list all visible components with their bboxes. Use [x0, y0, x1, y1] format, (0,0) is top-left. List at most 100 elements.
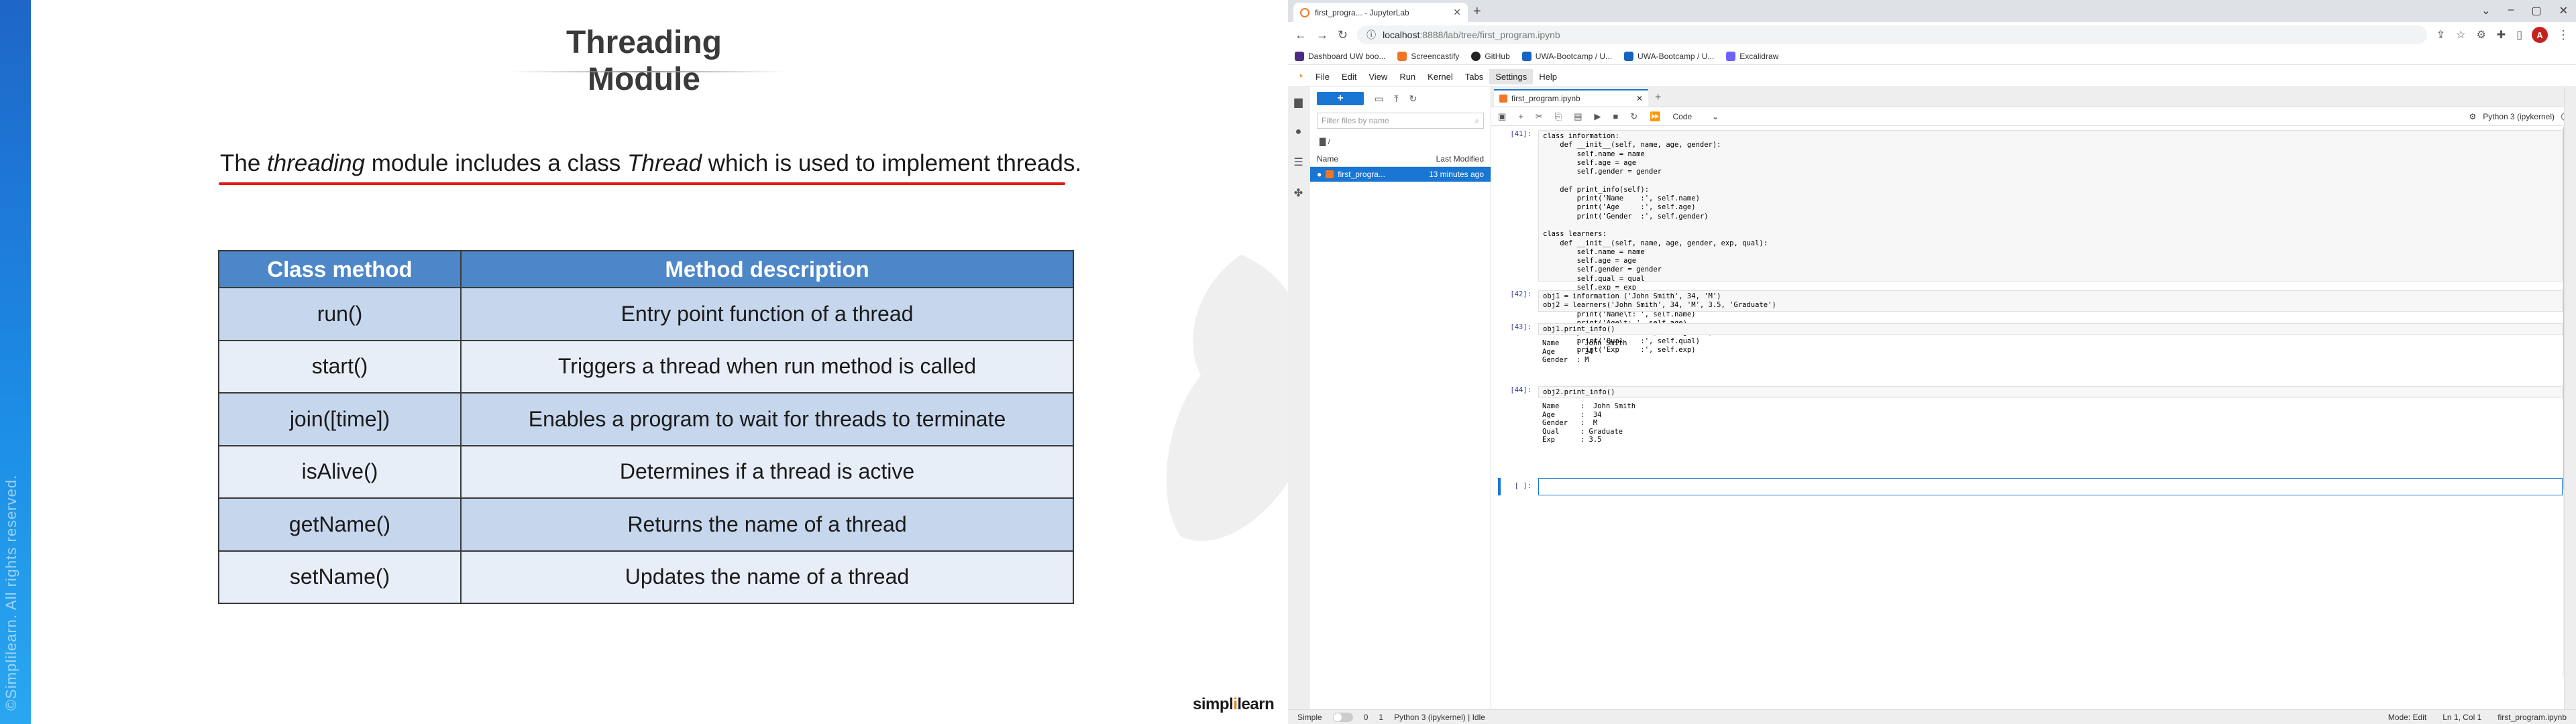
save-icon[interactable]: ▣ — [1498, 111, 1506, 122]
browser-tab-jupyter[interactable]: first_progra... - JupyterLab ✕ — [1293, 3, 1468, 22]
new-launcher-button[interactable]: + — [1317, 92, 1364, 105]
method-description-cell: Returns the name of a thread — [460, 497, 1074, 552]
menu-tabs[interactable]: Tabs — [1459, 69, 1489, 84]
fast-forward-icon[interactable]: ⏩ — [1650, 111, 1660, 122]
cut-icon[interactable]: ✂ — [1536, 111, 1543, 122]
status-right-group: Mode: Edit Ln 1, Col 1 first_program.ipy… — [2388, 713, 2567, 722]
file-list-item[interactable]: ● first_progra... 13 minutes ago — [1310, 167, 1491, 182]
paste-icon[interactable]: ▤ — [1574, 111, 1582, 122]
jupyter-right-sidebar — [2564, 87, 2576, 711]
bookmark-star-icon[interactable]: ☆ — [2456, 28, 2465, 42]
close-window-icon[interactable]: ✕ — [2559, 4, 2568, 17]
close-tab-icon[interactable]: ✕ — [1453, 7, 1461, 18]
column-name[interactable]: Name — [1317, 154, 1338, 164]
chevron-down-icon: ⌄ — [1712, 111, 1719, 121]
jupyter-favicon-icon — [1300, 7, 1309, 17]
cell-prompt: [43]: — [1510, 323, 1532, 331]
minimize-icon[interactable]: – — [2508, 4, 2514, 17]
bookmark-gitlab-icon — [1624, 51, 1634, 61]
puzzle-icon[interactable]: ✚ — [2497, 28, 2506, 42]
upload-icon[interactable]: ⤒ — [1394, 93, 1398, 105]
jupyter-statusbar: Simple 0 1 Python 3 (ipykernel) | Idle M… — [1288, 709, 2576, 724]
site-info-icon[interactable]: ⓘ — [1366, 28, 1376, 42]
file-list-header: Name Last Modified — [1310, 152, 1491, 167]
copyright-text: ©Simplilearn. All rights reserved. — [3, 474, 19, 711]
new-tab-button[interactable]: + — [1473, 4, 1481, 19]
cell-prompt: [ ]: — [1514, 482, 1532, 490]
file-filter-input[interactable]: Filter files by name ⌕ — [1317, 113, 1484, 129]
share-icon[interactable]: ⇪ — [2436, 28, 2445, 42]
debugger-icon[interactable]: ⚙ — [2469, 112, 2477, 121]
forward-icon[interactable]: → — [1316, 28, 1328, 42]
browser-menu-icon[interactable]: ⋮ — [2557, 28, 2569, 42]
maximize-icon[interactable]: ▢ — [2531, 4, 2541, 17]
sidepanel-icon[interactable]: ▯ — [2516, 28, 2522, 42]
menu-run[interactable]: Run — [1393, 69, 1421, 84]
title-divider — [510, 71, 785, 72]
bookmark-item[interactable]: Excalidraw — [1726, 51, 1778, 61]
menu-kernel[interactable]: Kernel — [1421, 69, 1459, 84]
new-tab-button[interactable]: + — [1648, 89, 1668, 107]
insert-cell-icon[interactable]: + — [1518, 111, 1523, 121]
slide-title: Threading Module — [566, 25, 722, 97]
table-row: getName() Returns the name of a thread — [218, 497, 1074, 552]
folder-icon[interactable]: ▆ — [1294, 95, 1302, 109]
menu-edit[interactable]: Edit — [1336, 69, 1362, 84]
copy-icon[interactable]: ⎘ — [1555, 111, 1562, 122]
cell-input[interactable]: obj1.print_info() — [1538, 323, 2563, 335]
simple-mode-toggle[interactable] — [1332, 712, 1353, 722]
file-browser-panel: + ▭ ⤒ ↻ Filter files by name ⌕ ▇ / Name … — [1310, 87, 1491, 711]
bookmark-label: Screencastify — [1411, 51, 1460, 61]
run-icon[interactable]: ▶ — [1595, 111, 1601, 122]
bookmark-item[interactable]: Dashboard UW boo... — [1295, 51, 1385, 61]
tab-search-icon[interactable]: ⌄ — [2481, 4, 2490, 17]
restart-icon[interactable]: ↻ — [1630, 111, 1638, 122]
kernel-count[interactable]: 1 — [1379, 713, 1383, 722]
menu-view[interactable]: View — [1362, 69, 1393, 84]
cell-type-select[interactable]: Code ⌄ — [1672, 112, 1719, 121]
method-name-cell: join([time]) — [218, 392, 462, 446]
jupyter-left-sidebar: ▆ ● ☰ ✤ — [1288, 87, 1309, 711]
bookmark-item[interactable]: UWA-Bootcamp / U... — [1521, 51, 1612, 61]
profile-avatar[interactable]: A — [2532, 27, 2548, 43]
table-row: setName() Updates the name of a thread — [218, 550, 1074, 604]
refresh-icon[interactable]: ↻ — [1409, 93, 1417, 105]
stop-icon[interactable]: ■ — [1613, 111, 1619, 121]
back-icon[interactable]: ← — [1295, 28, 1307, 42]
file-breadcrumb[interactable]: ▇ / — [1310, 131, 1491, 152]
running-icon[interactable]: ● — [1295, 126, 1302, 138]
reload-icon[interactable]: ↻ — [1338, 28, 1348, 42]
intro-emphasis-threading: threading — [267, 150, 365, 176]
extension-icon[interactable]: ⚙ — [2476, 28, 2485, 42]
close-tab-icon[interactable]: ✕ — [1636, 94, 1643, 103]
cell-input[interactable]: obj2.print_info() — [1538, 386, 2563, 398]
new-folder-icon[interactable]: ▭ — [1375, 93, 1383, 105]
cell-input[interactable]: class information: def __init__(self, na… — [1538, 130, 2563, 354]
kernel-status-text[interactable]: Python 3 (ipykernel) | Idle — [1394, 713, 1485, 722]
column-last-modified[interactable]: Last Modified — [1436, 154, 1484, 164]
bookmark-item[interactable]: Screencastify — [1397, 51, 1460, 61]
cell-input[interactable] — [1538, 478, 2563, 495]
window-controls: ⌄ – ▢ ✕ — [2481, 4, 2568, 17]
notebook-cells: [41]: class information: def __init__(se… — [1491, 127, 2576, 724]
terminal-count[interactable]: 0 — [1364, 713, 1368, 722]
menu-file[interactable]: File — [1309, 69, 1336, 84]
notebook-tab[interactable]: first_program.ipynb ✕ — [1494, 89, 1648, 107]
cursor-position[interactable]: Ln 1, Col 1 — [2443, 713, 2481, 722]
method-description-cell: Updates the name of a thread — [460, 550, 1074, 604]
bookmark-item[interactable]: GitHub — [1471, 51, 1510, 61]
intro-text-post: which is used to implement threads. — [701, 150, 1082, 176]
url-input[interactable]: ⓘ localhost:8888/lab/tree/first_program.… — [1357, 25, 2427, 44]
command-palette-icon[interactable]: ☰ — [1293, 156, 1303, 169]
bookmark-item[interactable]: UWA-Bootcamp / U... — [1624, 51, 1714, 61]
extension-manager-icon[interactable]: ✤ — [1294, 186, 1303, 200]
menu-help[interactable]: Help — [1533, 69, 1563, 84]
menu-settings[interactable]: Settings — [1489, 69, 1534, 84]
lion-watermark — [1166, 255, 1288, 542]
kernel-indicator[interactable]: ⚙ Python 3 (ipykernel) — [2469, 112, 2569, 121]
active-empty-cell[interactable]: [ ]: — [1498, 478, 2563, 495]
cell-input[interactable]: obj1 = information ('John Smith', 34, 'M… — [1538, 290, 2563, 312]
simplilearn-logo: simplilearn — [1193, 695, 1275, 714]
file-browser-toolbar: + ▭ ⤒ ↻ — [1310, 87, 1491, 110]
logo-part1: simpl — [1193, 695, 1234, 713]
